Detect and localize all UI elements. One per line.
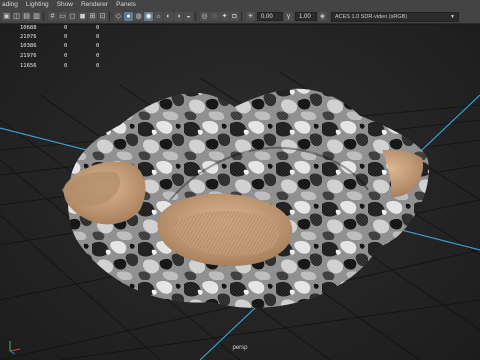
bookmark-icon[interactable]: ▤ (22, 12, 31, 21)
panel-menubar: ading Lighting Show Renderer Panels (0, 0, 480, 10)
menu-panels[interactable]: Panels (116, 0, 136, 10)
gamma-icon[interactable]: γ (284, 12, 293, 21)
xray-joints-icon[interactable]: ✦ (220, 12, 229, 21)
toolbar-divider (195, 12, 198, 21)
antialiasing-icon[interactable]: ◒ (184, 12, 193, 21)
film-gate-icon[interactable]: ▭ (58, 12, 67, 21)
gate-mask-icon[interactable]: ◼ (78, 12, 87, 21)
hud-value: 11656 (20, 63, 37, 69)
field-chart-icon[interactable]: ⊞ (88, 12, 97, 21)
select-camera-icon[interactable]: ▣ (2, 12, 11, 21)
view-transform-select[interactable]: ACES 1.0 SDR-video (sRGB) ▼ (331, 11, 459, 22)
menu-shading[interactable]: ading (2, 0, 18, 10)
viewport-3d[interactable]: 10688 0 0 21076 0 0 10386 0 0 21976 0 0 … (0, 25, 480, 360)
toolbar-divider (241, 12, 244, 21)
xray-icon[interactable]: ◌ (210, 12, 219, 21)
hud-value: 10688 (20, 25, 37, 31)
hud-value: 21976 (20, 53, 37, 59)
exposure-field[interactable]: 0.00 (257, 12, 283, 21)
hud-value: 0 (64, 63, 68, 69)
menu-lighting[interactable]: Lighting (26, 0, 49, 10)
image-plane-icon[interactable]: ▥ (32, 12, 41, 21)
hud-value: 10386 (20, 43, 37, 49)
gamma-field[interactable]: 1.00 (295, 12, 317, 21)
use-lights-icon[interactable]: ☼ (154, 12, 163, 21)
hud-value: 0 (64, 43, 68, 49)
hud-value: 0 (64, 25, 68, 31)
scene-canvas (0, 71, 480, 360)
grid-icon[interactable]: # (48, 12, 57, 21)
wireframe-icon[interactable]: ◇ (114, 12, 123, 21)
hud-value: 0 (96, 34, 100, 40)
toolbar-divider (43, 12, 46, 21)
textured-icon[interactable]: ◉ (144, 12, 153, 21)
menu-renderer[interactable]: Renderer (81, 0, 108, 10)
smooth-shade-icon[interactable]: ● (124, 12, 133, 21)
hud-value: 0 (96, 63, 100, 69)
exposure-icon[interactable]: ☀ (246, 12, 255, 21)
hud-value: 0 (96, 43, 100, 49)
ambient-occlusion-icon[interactable]: ◑ (174, 12, 183, 21)
panel-toolbar: ▣ ◫ ▤ ▥ # ▭ ◻ ◼ ⊞ ⊡ ◇ ● ◍ ◉ ☼ ◐ ◑ ◒ ◎ ◌ … (0, 10, 480, 24)
wireframe-on-shaded-icon[interactable]: ◍ (134, 12, 143, 21)
isolate-select-icon[interactable]: ◎ (200, 12, 209, 21)
menu-show[interactable]: Show (57, 0, 73, 10)
camera-attributes-icon[interactable]: ◫ (12, 12, 21, 21)
hud-value: 21076 (20, 34, 37, 40)
hud-value: 0 (64, 34, 68, 40)
view-transform-value: ACES 1.0 SDR-video (sRGB) (335, 13, 408, 20)
color-management-icon[interactable]: ◈ (318, 12, 327, 21)
toolbar-divider (109, 12, 112, 21)
resolution-gate-icon[interactable]: ◻ (68, 12, 77, 21)
backface-culling-icon[interactable]: ◘ (230, 12, 239, 21)
safe-action-icon[interactable]: ⊡ (98, 12, 107, 21)
hud-value: 0 (96, 53, 100, 59)
hud-value: 0 (96, 25, 100, 31)
hud-value: 0 (64, 53, 68, 59)
chevron-down-icon: ▼ (450, 13, 455, 20)
shadows-icon[interactable]: ◐ (164, 12, 173, 21)
camera-label: persp (232, 345, 248, 351)
